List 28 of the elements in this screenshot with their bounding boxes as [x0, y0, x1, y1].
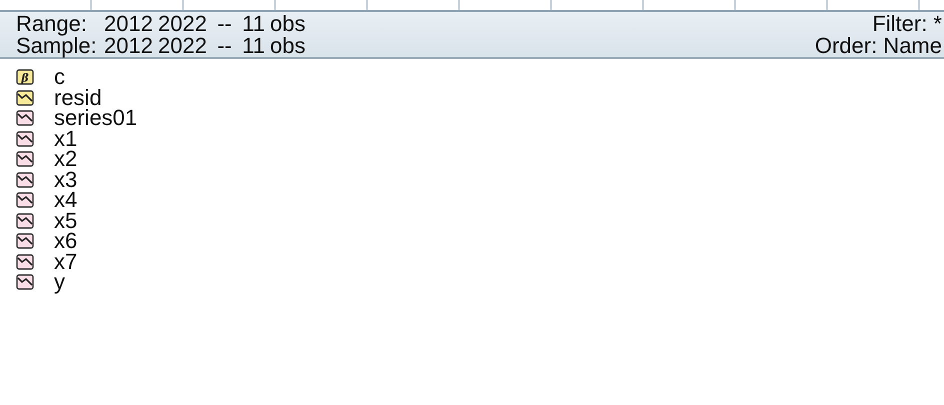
series-icon — [16, 192, 34, 208]
range-value: 2012 2022 -- 11 obs — [104, 11, 306, 36]
object-name[interactable]: x4 — [54, 190, 78, 210]
series-icon — [16, 151, 34, 168]
object-name[interactable]: y — [54, 272, 65, 292]
object-name[interactable]: c — [54, 67, 65, 88]
series-icon — [16, 110, 34, 126]
series-icon — [16, 212, 34, 229]
series-icon — [16, 172, 34, 188]
range-label: Range: — [16, 13, 88, 35]
series-icon — [16, 90, 34, 106]
object-name[interactable]: x7 — [54, 252, 78, 272]
series-icon — [16, 274, 34, 290]
object-name[interactable]: x5 — [54, 210, 78, 231]
series-icon — [16, 233, 34, 250]
object-name[interactable]: series01 — [54, 108, 138, 128]
series-icon — [16, 254, 34, 270]
sample-value: 2012 2022 -- 11 obs — [104, 33, 306, 58]
object-name[interactable]: x6 — [54, 231, 78, 252]
coefficient-icon: β — [16, 69, 34, 86]
object-name[interactable]: x3 — [54, 170, 78, 190]
object-name[interactable]: resid — [54, 88, 102, 108]
sample-label: Sample: — [16, 35, 98, 57]
filter-text[interactable]: Filter: * — [872, 13, 942, 35]
order-text[interactable]: Order: Name — [814, 35, 942, 57]
object-name[interactable]: x1 — [54, 128, 78, 149]
object-name[interactable]: x2 — [54, 149, 78, 170]
series-icon — [16, 130, 34, 147]
